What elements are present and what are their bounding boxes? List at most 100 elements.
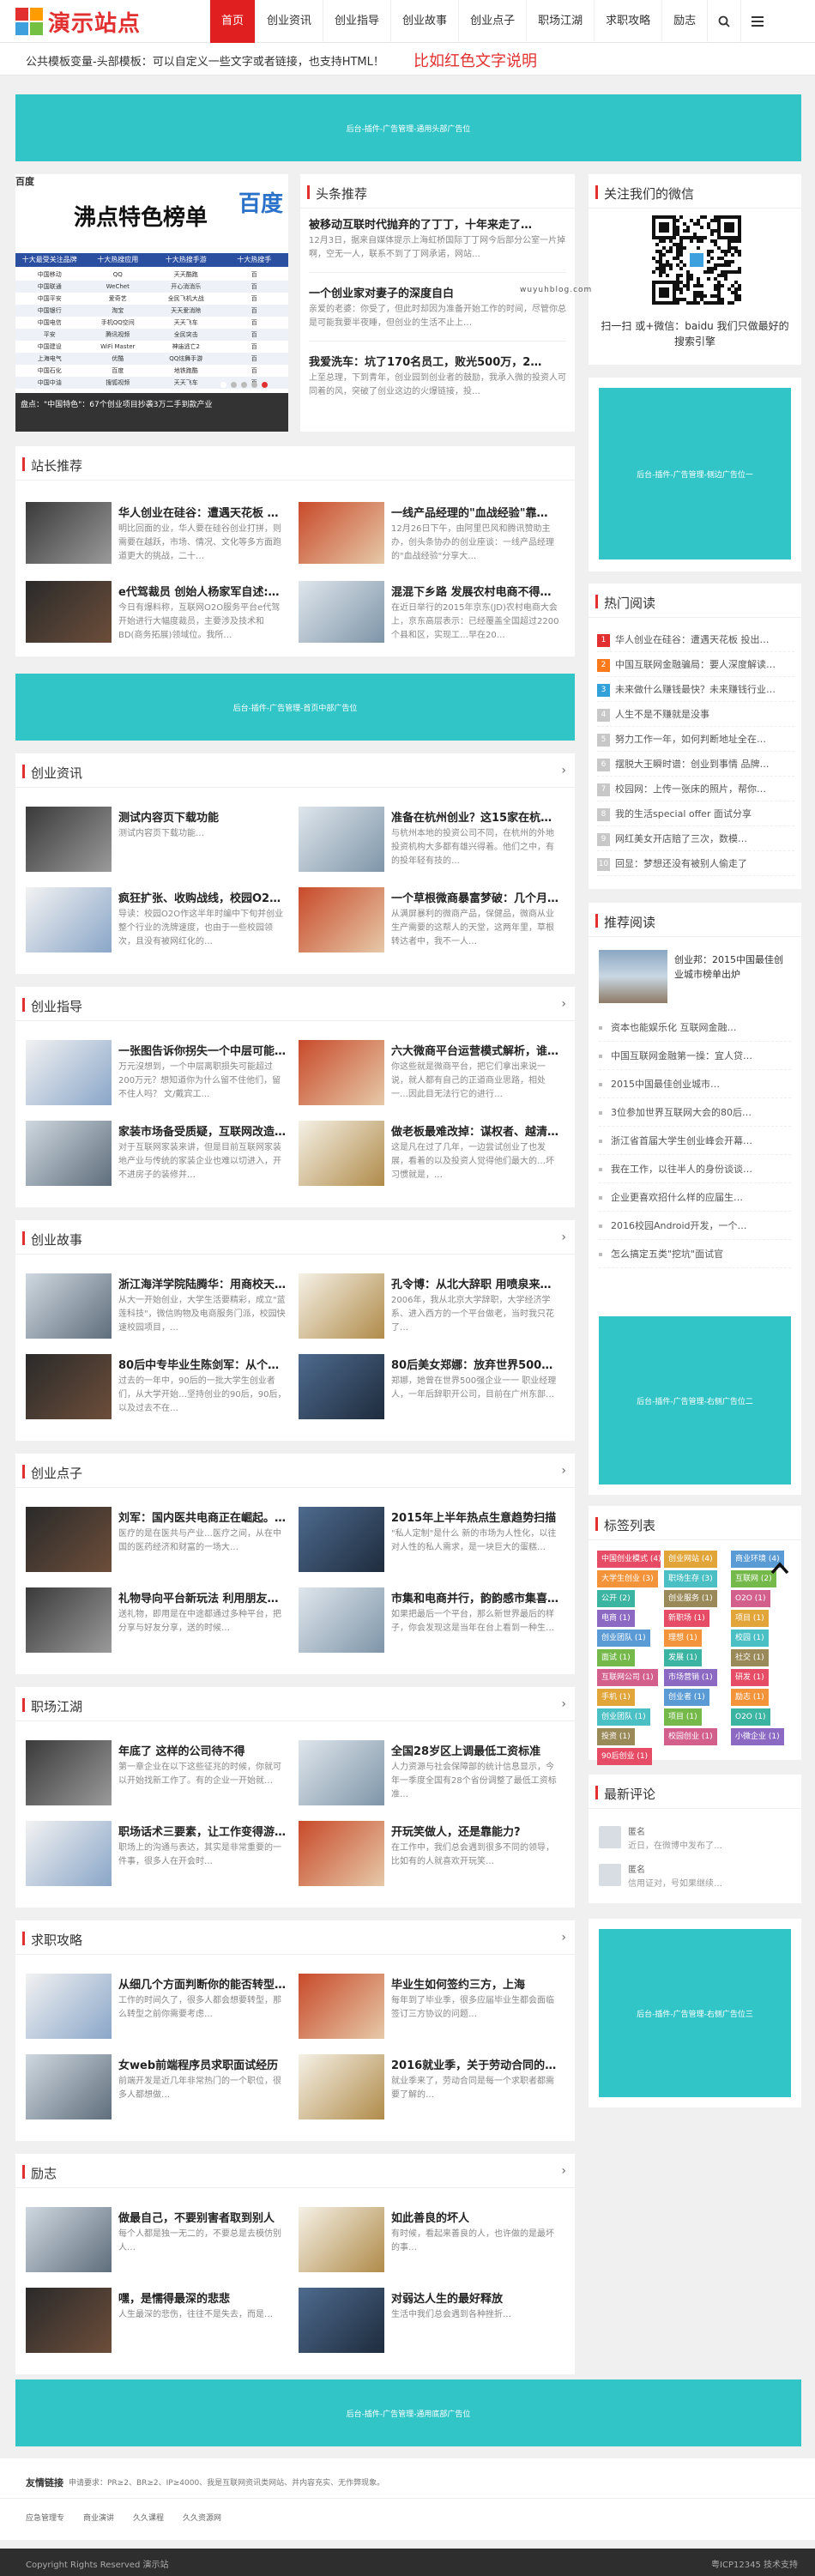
tag-item[interactable]: O2O (1)	[731, 1590, 770, 1607]
hot-item[interactable]: 5 努力工作一年，如何判断地址全在…	[597, 728, 794, 752]
recommend-item-title[interactable]: 混混下乡路 发展农村电商不得不…	[391, 583, 559, 599]
section-item-title[interactable]: 做老板最难改掉：谋权者、越清…	[391, 1122, 559, 1139]
tag-item[interactable]: 校园创业 (1)	[664, 1728, 717, 1745]
middle-ad[interactable]: 后台-插件-广告管理-首页中部广告位	[15, 674, 575, 741]
nav-item-news[interactable]: 创业资讯	[255, 0, 323, 43]
friend-link[interactable]: 久久资源网	[183, 2512, 221, 2523]
hot-item[interactable]: 3 未来做什么赚钱最快？未来赚钱行业…	[597, 678, 794, 702]
section-title[interactable]: 励志	[31, 2164, 57, 2182]
tag-item[interactable]: 电商 (1)	[597, 1610, 635, 1627]
section-item-title[interactable]: 疯狂扩张、收购战线，校园O2O…	[118, 889, 287, 905]
section-item-title[interactable]: 2016就业季，关于劳动合同的那…	[391, 2056, 559, 2072]
icp-info[interactable]: 粤ICP12345 技术支持	[711, 2557, 798, 2570]
section-thumb[interactable]	[26, 1121, 112, 1186]
comment-text[interactable]: 近日，在微博中发布了…	[628, 1838, 722, 1851]
section-item-title[interactable]: 测试内容页下载功能	[118, 808, 287, 825]
section-thumb[interactable]	[299, 1507, 384, 1572]
nav-item-inspire[interactable]: 励志	[661, 0, 707, 43]
hot-item[interactable]: 2 中国互联网金融骗局：要人深度解读…	[597, 653, 794, 677]
section-item-title[interactable]: 一张图告诉你拐失一个中层可能…	[118, 1042, 287, 1058]
nav-item-ideas[interactable]: 创业点子	[458, 0, 526, 43]
section-title[interactable]: 创业点子	[31, 1464, 82, 1482]
slider-dot[interactable]	[220, 382, 226, 388]
section-thumb[interactable]	[299, 1354, 384, 1419]
side-ad-3[interactable]: 后台-插件-广告管理-右侧广告位三	[599, 1929, 791, 2097]
recommend-item-title[interactable]: e代驾裁员 创始人杨家军自述:我…	[118, 583, 287, 599]
slider-dot[interactable]	[251, 382, 257, 388]
chevron-right-icon[interactable]: ›	[561, 2164, 566, 2178]
tag-item[interactable]: 项目 (1)	[664, 1708, 702, 1726]
section-thumb[interactable]	[26, 2288, 112, 2353]
section-item-title[interactable]: 孔令博：从北大辞职 用喷泉来做…	[391, 1275, 559, 1291]
section-title[interactable]: 求职攻略	[31, 1931, 82, 1949]
section-item-title[interactable]: 2015年上半年热点生意趋势扫描	[391, 1509, 559, 1525]
nav-item-home[interactable]: 首页	[209, 0, 256, 43]
section-item-title[interactable]: 开玩笑做人，还是靠能力?	[391, 1823, 559, 1839]
recommend-item-title[interactable]: 一线产品经理的"血战经验"靠…	[391, 504, 559, 520]
tag-item[interactable]: 发展 (1)	[664, 1649, 702, 1666]
tag-item[interactable]: 公开 (2)	[597, 1590, 635, 1607]
recommend-thumb[interactable]	[26, 581, 112, 643]
chevron-right-icon[interactable]: ›	[561, 1697, 566, 1711]
section-thumb[interactable]	[26, 1273, 112, 1339]
chevron-right-icon[interactable]: ›	[561, 764, 566, 777]
tag-item[interactable]: 校园 (1)	[731, 1630, 769, 1647]
headline-item-title[interactable]: 被移动互联时代抛弃的了丁丁，十年来走了…	[309, 215, 566, 232]
slider-dot[interactable]	[231, 382, 237, 388]
section-item-title[interactable]: 80后美女郑娜：放弃世界500强…	[391, 1356, 559, 1372]
friend-link[interactable]: 应急管理专	[26, 2512, 64, 2523]
nav-item-guide[interactable]: 创业指导	[323, 0, 390, 43]
nav-item-story[interactable]: 创业故事	[390, 0, 458, 43]
rec-read-top-title[interactable]: 创业邦：2015中国最佳创业城市榜单出炉	[674, 952, 791, 982]
hot-item[interactable]: 7 校园网：上传一张床的照片，帮你…	[597, 777, 794, 801]
section-thumb[interactable]	[299, 807, 384, 872]
section-thumb[interactable]	[26, 1974, 112, 2039]
section-thumb[interactable]	[26, 2207, 112, 2272]
section-item-title[interactable]: 毕业生如何签约三方，上海	[391, 1975, 559, 1992]
nav-item-jobs[interactable]: 求职攻略	[594, 0, 661, 43]
section-title[interactable]: 创业指导	[31, 997, 82, 1015]
section-item-title[interactable]: 职场话术三要素，让工作变得游…	[118, 1823, 287, 1839]
chevron-right-icon[interactable]: ›	[561, 997, 566, 1011]
section-thumb[interactable]	[299, 887, 384, 952]
tag-item[interactable]: 市场营销 (1)	[664, 1669, 717, 1686]
section-thumb[interactable]	[299, 2288, 384, 2353]
tag-item[interactable]: 大学生创业 (3)	[597, 1570, 658, 1587]
rec-read-item[interactable]: 怎么搞定五类"挖坑"面试官	[599, 1241, 791, 1268]
section-thumb[interactable]	[299, 1821, 384, 1886]
section-title[interactable]: 创业故事	[31, 1231, 82, 1249]
rec-read-item[interactable]: 企业更喜欢招什么样的应届生…	[599, 1184, 791, 1212]
recommend-item-title[interactable]: 华人创业在硅谷：遭遇天花板 协…	[118, 504, 287, 520]
rec-read-item[interactable]: 我在工作，以往半人的身份谈谈…	[599, 1156, 791, 1183]
section-thumb[interactable]	[299, 1587, 384, 1653]
section-title[interactable]: 职场江湖	[31, 1697, 82, 1715]
site-logo[interactable]: 演示站点	[15, 7, 141, 37]
hot-item[interactable]: 9 网红美女开店赔了三次，数模…	[597, 827, 794, 851]
rec-read-item[interactable]: 资本也能娱乐化 互联网金融…	[599, 1014, 791, 1042]
section-item-title[interactable]: 一个草根微商暴富梦破：几个月赔…	[391, 889, 559, 905]
recommend-thumb[interactable]	[299, 581, 384, 643]
hot-item[interactable]: 10 回显：梦想还没有被别人偷走了	[597, 852, 794, 876]
tag-item[interactable]: 创业团队 (1)	[597, 1708, 650, 1726]
tag-item[interactable]: 项目 (1)	[731, 1610, 769, 1627]
rec-read-item[interactable]: 浙江省首届大学生创业峰会开幕…	[599, 1128, 791, 1155]
hot-item[interactable]: 8 我的生活special offer 面试分享	[597, 802, 794, 826]
section-thumb[interactable]	[299, 1974, 384, 2039]
back-to-top-icon[interactable]	[770, 1560, 789, 1575]
rec-read-item[interactable]: 中国互联网金融第一操：宜人贷…	[599, 1043, 791, 1070]
tag-item[interactable]: 职场生存 (3)	[664, 1570, 717, 1587]
section-thumb[interactable]	[299, 1273, 384, 1339]
recommend-thumb[interactable]	[299, 502, 384, 564]
headline-item-title[interactable]: 我爱洗车：坑了170名员工，败光500万，2…	[309, 353, 566, 369]
slider[interactable]: 百度 沸点特色榜单 百度 十大最受关注品牌 十大热搜应用 十大热搜手游 十大热搜…	[15, 174, 288, 432]
tag-item[interactable]: 创业网站 (4)	[664, 1551, 717, 1568]
section-thumb[interactable]	[299, 1121, 384, 1186]
section-item-title[interactable]: 嘿，是懦得最深的悲悲	[118, 2289, 287, 2306]
slider-dot[interactable]	[241, 382, 247, 388]
section-item-title[interactable]: 80后中专毕业生陈剑军：从个人…	[118, 1356, 287, 1372]
tag-item[interactable]: 创业团队 (1)	[597, 1630, 650, 1647]
rec-read-item[interactable]: 2015中国最佳创业城市…	[599, 1071, 791, 1098]
section-item-title[interactable]: 对弱达人生的最好释放	[391, 2289, 559, 2306]
section-item-title[interactable]: 市集和电商并行，韵韵感市集喜…	[391, 1589, 559, 1605]
tag-item[interactable]: 创业服务 (1)	[664, 1590, 717, 1607]
